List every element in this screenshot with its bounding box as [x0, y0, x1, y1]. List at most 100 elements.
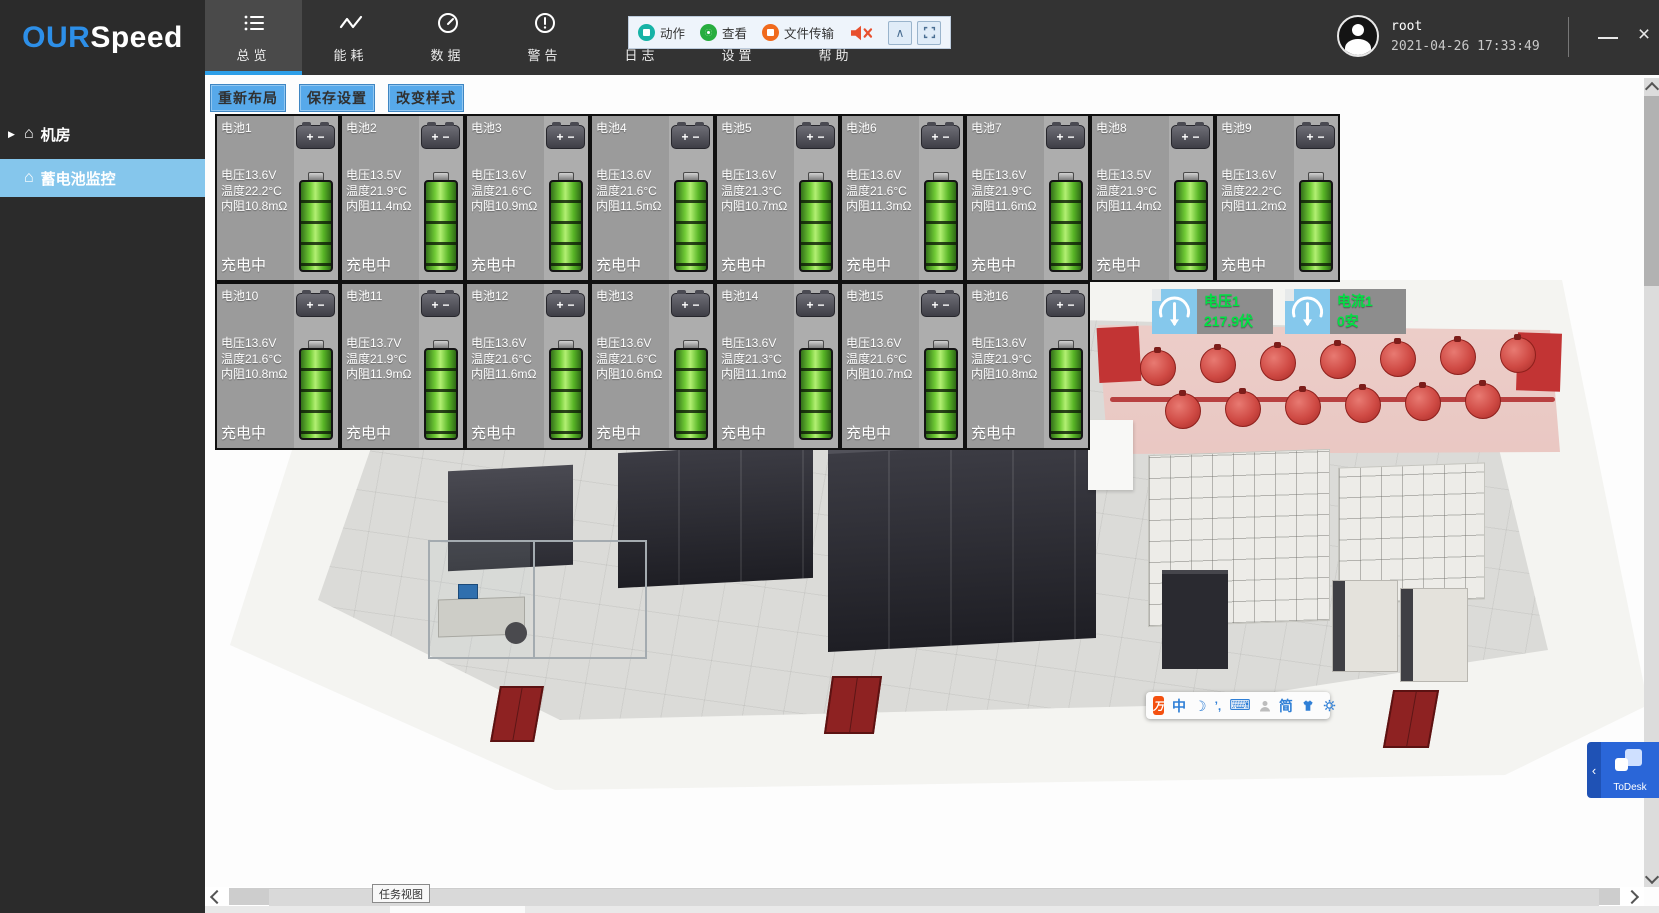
scroll-up-button[interactable] — [1643, 78, 1659, 95]
minus-sign: − — [1068, 130, 1075, 144]
battery-level-icon — [1049, 340, 1083, 440]
battery-card[interactable]: 电池6+−电压13.6V温度21.6°C内阻11.3mΩ充电中 — [840, 114, 965, 282]
battery-card[interactable]: 电池13+−电压13.6V温度21.6°C内阻10.6mΩ充电中 — [590, 282, 715, 450]
ime-logo-icon[interactable]: 万 — [1153, 696, 1164, 715]
battery-card[interactable]: 电池8+−电压13.5V温度21.9°C内阻11.4mΩ充电中 — [1090, 114, 1215, 282]
scrollbar-track[interactable] — [229, 888, 1620, 905]
battery-resistance: 内阻10.7mΩ — [846, 367, 922, 383]
battery-voltage: 电压13.6V — [471, 168, 547, 184]
minus-sign: − — [443, 298, 450, 312]
battery-card[interactable]: 电池3+−电压13.6V温度21.6°C内阻10.9mΩ充电中 — [465, 114, 590, 282]
ime-language-bar: 万 中 ☽ ’, ⌨ 简 — [1146, 692, 1330, 719]
battery-name: 电池15 — [846, 287, 883, 304]
battery-card[interactable]: 电池4+−电压13.6V温度21.6°C内阻11.5mΩ充电中 — [590, 114, 715, 282]
icon-notch — [1285, 289, 1294, 301]
collapse-toolbar-button[interactable]: ∧ — [888, 21, 912, 45]
battery-card[interactable]: 电池12+−电压13.6V温度21.6°C内阻11.6mΩ充电中 — [465, 282, 590, 450]
battery-terminal-icon: +− — [671, 293, 710, 317]
battery-temperature: 温度21.6°C — [846, 184, 922, 200]
toolbar-action-menu[interactable]: 动作 — [638, 23, 685, 42]
ime-punctuation[interactable]: ’, — [1215, 700, 1222, 712]
battery-status: 充电中 — [221, 254, 266, 275]
battery-terminal-icon: +− — [296, 293, 335, 317]
tab-label: 数据 — [430, 45, 464, 64]
toolbar-view-menu[interactable]: 查看 — [700, 23, 747, 42]
sidebar-item-machine-room[interactable]: ▶ ⌂ 机房 — [0, 115, 205, 153]
person-icon[interactable] — [1259, 700, 1271, 712]
battery-voltage: 电压13.6V — [971, 336, 1047, 352]
battery-voltage: 电压13.6V — [971, 168, 1047, 184]
battery-card[interactable]: 电池16+−电压13.6V温度21.9°C内阻10.8mΩ充电中 — [965, 282, 1090, 450]
file-transfer-icon — [762, 24, 779, 41]
battery-terminal-icon: +− — [421, 125, 460, 149]
ime-mode-chinese[interactable]: 中 — [1172, 699, 1186, 713]
battery-card[interactable]: 电池9+−电压13.6V温度22.2°C内阻11.2mΩ充电中 — [1215, 114, 1340, 282]
battery-card[interactable]: 电池14+−电压13.6V温度21.3°C内阻11.1mΩ充电中 — [715, 282, 840, 450]
current-meter-widget[interactable]: 电流1 0安 — [1285, 289, 1406, 334]
keyboard-icon[interactable]: ⌨ — [1229, 698, 1251, 713]
battery-card[interactable]: 电池10+−电压13.6V温度21.6°C内阻10.8mΩ充电中 — [215, 282, 340, 450]
moon-icon[interactable]: ☽ — [1194, 699, 1207, 713]
battery-cap — [1058, 340, 1074, 348]
battery-cap — [433, 340, 449, 348]
battery-body — [549, 348, 583, 440]
username: root — [1391, 19, 1422, 34]
meter-readout: 电流1 0安 — [1330, 289, 1406, 334]
user-avatar[interactable] — [1337, 15, 1379, 57]
minimize-button[interactable] — [1595, 24, 1621, 50]
battery-name: 电池9 — [1221, 119, 1252, 136]
battery-status: 充电中 — [1221, 254, 1266, 275]
scroll-left-button[interactable] — [207, 888, 224, 905]
battery-temperature: 温度21.9°C — [1096, 184, 1172, 200]
minus-sign: − — [568, 298, 575, 312]
battery-card[interactable]: 电池5+−电压13.6V温度21.3°C内阻10.7mΩ充电中 — [715, 114, 840, 282]
battery-terminal-icon: +− — [1171, 125, 1210, 149]
scroll-down-button[interactable] — [1643, 870, 1659, 887]
battery-level-icon — [1174, 172, 1208, 272]
toolbar-file-transfer[interactable]: 文件传输 — [762, 23, 834, 42]
scrollbar-thumb[interactable] — [269, 889, 1599, 906]
tab-energy[interactable]: 能耗 — [302, 0, 399, 75]
battery-level-icon — [1049, 172, 1083, 272]
battery-readings: 电压13.6V温度22.2°C内阻11.2mΩ — [1221, 168, 1297, 215]
gear-icon[interactable] — [1323, 699, 1336, 712]
battery-readings: 电压13.6V温度21.6°C内阻11.6mΩ — [471, 336, 547, 383]
close-button[interactable]: × — [1631, 22, 1657, 48]
tab-overview[interactable]: 总览 — [205, 0, 302, 75]
battery-temperature: 温度21.6°C — [471, 184, 547, 200]
sidebar-item-battery-monitor[interactable]: ⌂ 蓄电池监控 — [0, 159, 205, 197]
tab-alerts[interactable]: 警告 — [496, 0, 593, 75]
battery-body — [549, 180, 583, 272]
skin-icon[interactable] — [1301, 699, 1315, 712]
fire-bottle — [1285, 389, 1321, 425]
plus-sign: + — [931, 298, 938, 312]
change-style-button[interactable]: 改变样式 — [388, 84, 464, 112]
voltage-meter-widget[interactable]: 电压1 217.9伏 — [1152, 289, 1273, 334]
battery-body — [1049, 348, 1083, 440]
scroll-right-button[interactable] — [1625, 888, 1642, 905]
desk-monitor — [458, 584, 478, 599]
battery-level-icon — [799, 172, 833, 272]
battery-readings: 电压13.6V温度22.2°C内阻10.8mΩ — [221, 168, 297, 215]
battery-card[interactable]: 电池1+−电压13.6V温度22.2°C内阻10.8mΩ充电中 — [215, 114, 340, 282]
battery-card[interactable]: 电池2+−电压13.5V温度21.9°C内阻11.4mΩ充电中 — [340, 114, 465, 282]
wall-pillar — [1088, 420, 1133, 490]
battery-readings: 电压13.5V温度21.9°C内阻11.4mΩ — [346, 168, 422, 215]
plus-sign: + — [681, 298, 688, 312]
relayout-button[interactable]: 重新布局 — [210, 84, 286, 112]
battery-level-icon — [1299, 172, 1333, 272]
mute-icon[interactable] — [849, 23, 873, 43]
scrollbar-thumb[interactable] — [1644, 96, 1659, 286]
battery-card[interactable]: 电池15+−电压13.6V温度21.6°C内阻10.7mΩ充电中 — [840, 282, 965, 450]
battery-readings: 电压13.6V温度21.6°C内阻10.8mΩ — [221, 336, 297, 383]
todesk-collapse-tab[interactable]: ‹ — [1587, 742, 1601, 798]
fullscreen-button[interactable] — [917, 21, 941, 45]
battery-name: 电池4 — [596, 119, 627, 136]
tab-data[interactable]: 数据 — [399, 0, 496, 75]
save-settings-button[interactable]: 保存设置 — [299, 84, 375, 112]
todesk-widget[interactable]: ‹ ToDesk — [1587, 742, 1659, 798]
battery-card[interactable]: 电池11+−电压13.7V温度21.9°C内阻11.9mΩ充电中 — [340, 282, 465, 450]
battery-cap — [808, 340, 824, 348]
ime-simplified[interactable]: 简 — [1279, 699, 1293, 713]
battery-card[interactable]: 电池7+−电压13.6V温度21.9°C内阻11.6mΩ充电中 — [965, 114, 1090, 282]
